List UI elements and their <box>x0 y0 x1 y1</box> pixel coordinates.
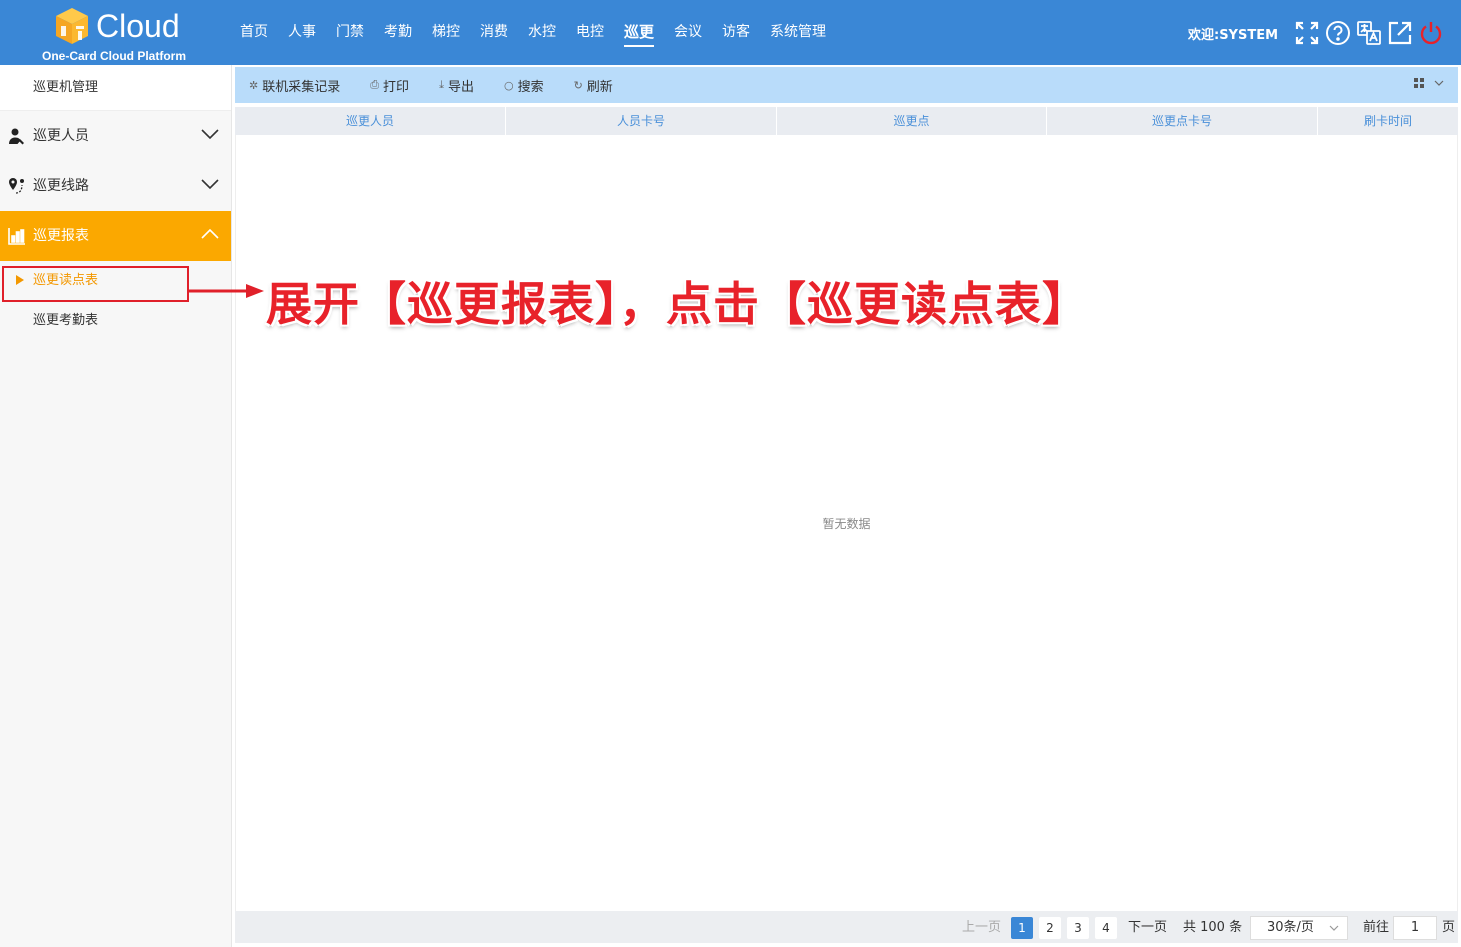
main-content: ✲ 联机采集记录 ⎙ 打印 ⤓ 导出 ○ 搜索 ↻ 刷新 巡更人员 人员卡号 巡… <box>235 65 1458 947</box>
route-pin-icon <box>9 178 24 194</box>
help-icon[interactable] <box>1325 20 1351 46</box>
column-header[interactable]: 刷卡时间 <box>1318 107 1458 135</box>
nav-water[interactable]: 水控 <box>528 0 556 65</box>
table-header: 巡更人员 人员卡号 巡更点 巡更点卡号 刷卡时间 <box>235 107 1458 135</box>
nav-personnel[interactable]: 人事 <box>288 0 316 65</box>
search-icon: ○ <box>503 78 514 92</box>
sidebar-group-label: 巡更报表 <box>33 228 89 244</box>
logo-subtitle: One-Card Cloud Platform <box>42 49 187 63</box>
nav-visitor[interactable]: 访客 <box>722 0 750 65</box>
nav-system[interactable]: 系统管理 <box>770 0 826 65</box>
page-number[interactable]: 2 <box>1039 917 1061 939</box>
button-label: 打印 <box>383 79 410 95</box>
button-label: 联机采集记录 <box>262 79 341 95</box>
download-icon: ⤓ <box>439 78 444 91</box>
goto-label: 前往 <box>1363 920 1390 935</box>
toolbar: ✲ 联机采集记录 ⎙ 打印 ⤓ 导出 ○ 搜索 ↻ 刷新 <box>235 67 1458 103</box>
chevron-down-icon <box>1329 925 1339 931</box>
grid-icon <box>1414 78 1424 88</box>
search-button[interactable]: ○ 搜索 <box>504 76 544 95</box>
nav-meeting[interactable]: 会议 <box>674 0 702 65</box>
sidebar-group-label: 巡更人员 <box>33 128 89 144</box>
column-header[interactable]: 人员卡号 <box>506 107 777 135</box>
empty-text: 暂无数据 <box>822 517 871 531</box>
sidebar-group-patrol-staff[interactable]: 巡更人员 <box>0 111 231 161</box>
column-header[interactable]: 巡更点卡号 <box>1047 107 1318 135</box>
logo-cube-icon <box>56 8 88 44</box>
refresh-button[interactable]: ↻ 刷新 <box>574 76 613 95</box>
annotation-text: 展开【巡更报表】，点击【巡更读点表】 <box>266 277 1089 331</box>
logo-word: Cloud <box>96 8 180 44</box>
nav-patrol[interactable]: 巡更 <box>624 0 655 65</box>
chevron-down-icon <box>201 129 219 140</box>
column-header[interactable]: 巡更点 <box>777 107 1047 135</box>
page-number[interactable]: 3 <box>1067 917 1089 939</box>
column-header[interactable]: 巡更人员 <box>235 107 506 135</box>
nav-access[interactable]: 门禁 <box>336 0 364 65</box>
chevron-up-icon <box>201 228 219 239</box>
language-icon[interactable] <box>1356 20 1382 46</box>
refresh-icon: ↻ <box>573 78 583 92</box>
page-number[interactable]: 4 <box>1095 917 1117 939</box>
goto-page-input[interactable]: 1 <box>1393 916 1437 940</box>
sidebar-group-patrol-route[interactable]: 巡更线路 <box>0 161 231 211</box>
total-count: 共 100 条 <box>1183 920 1243 935</box>
collect-records-button[interactable]: ✲ 联机采集记录 <box>249 76 340 95</box>
page-number[interactable]: 1 <box>1011 917 1033 939</box>
page-size-value: 30条/页 <box>1267 920 1314 935</box>
print-button[interactable]: ⎙ 打印 <box>370 76 409 95</box>
nav-elevator[interactable]: 梯控 <box>432 0 460 65</box>
main-nav: 首页 人事 门禁 考勤 梯控 消费 水控 电控 巡更 会议 访客 系统管理 <box>240 0 846 65</box>
button-label: 导出 <box>447 79 474 95</box>
logo: Cloud One-Card Cloud Platform <box>42 4 192 63</box>
nav-consumption[interactable]: 消费 <box>480 0 508 65</box>
page-unit-label: 页 <box>1442 920 1456 935</box>
sidebar-group-label: 巡更线路 <box>33 178 89 194</box>
export-button[interactable]: ⤓ 导出 <box>439 76 474 95</box>
pagination: 上一页 1 2 3 4 下一页 共 100 条 30条/页 前往 1 页 <box>235 911 1458 943</box>
sidebar-group-patrol-report[interactable]: 巡更报表 <box>0 211 231 261</box>
print-icon: ⎙ <box>370 78 380 91</box>
nav-home[interactable]: 首页 <box>240 0 268 65</box>
external-link-icon[interactable] <box>1387 20 1413 46</box>
annotation-arrow-icon <box>188 284 264 298</box>
sidebar-item-label: 巡更考勤表 <box>33 313 99 328</box>
sidebar: 巡更机管理 巡更人员 巡更线路 巡更报表 巡更读点表 巡更考勤表 <box>0 65 232 947</box>
nav-attendance[interactable]: 考勤 <box>384 0 412 65</box>
top-header: Cloud One-Card Cloud Platform 首页 人事 门禁 考… <box>0 0 1461 65</box>
welcome-text: 欢迎:SYSTEM <box>1188 28 1279 43</box>
column-toggle[interactable] <box>1414 78 1444 88</box>
sidebar-item-patrol-attendance-report[interactable]: 巡更考勤表 <box>0 301 231 341</box>
chevron-down-icon <box>201 179 219 190</box>
bar-chart-icon <box>8 228 25 245</box>
next-page-button[interactable]: 下一页 <box>1128 917 1167 939</box>
chevron-down-icon <box>1434 80 1444 86</box>
person-icon <box>9 128 24 145</box>
collect-icon: ✲ <box>249 78 259 92</box>
sidebar-item-patrol-device[interactable]: 巡更机管理 <box>0 65 231 111</box>
button-label: 刷新 <box>586 79 613 95</box>
nav-electric[interactable]: 电控 <box>576 0 604 65</box>
fullscreen-icon[interactable] <box>1294 20 1320 46</box>
prev-page-button[interactable]: 上一页 <box>962 917 1001 939</box>
highlight-box <box>2 266 189 302</box>
page-size-select[interactable]: 30条/页 <box>1250 916 1348 940</box>
power-icon[interactable] <box>1418 20 1444 46</box>
button-label: 搜索 <box>517 79 544 95</box>
